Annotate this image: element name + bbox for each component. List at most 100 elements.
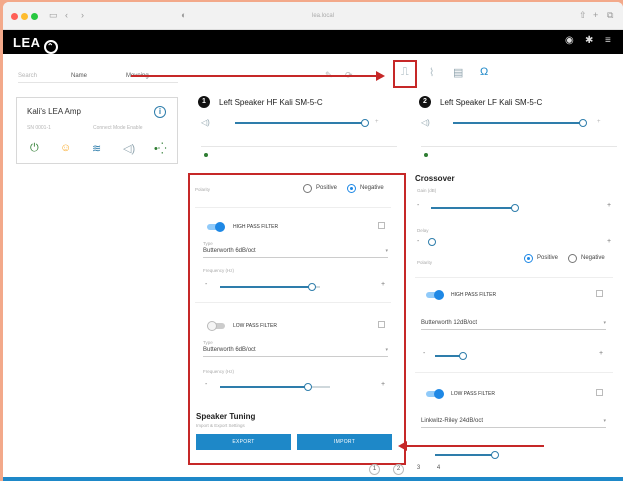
slider-thumb[interactable] — [579, 119, 587, 127]
channel-1-volume-icon[interactable]: ◁) — [201, 118, 210, 127]
crossover-delay-label: Delay — [417, 228, 429, 233]
forward-icon[interactable]: › — [81, 10, 84, 20]
gain-minus-icon[interactable]: - — [417, 202, 419, 209]
page-2-button[interactable]: 2 — [393, 464, 404, 475]
channel-2-signal-dot — [424, 153, 428, 157]
app-window: ▭ ‹ › ◐ lea.local ⇧ + ⧉ LEA ⌃ ◉ ✱ ≡ Searc… — [3, 2, 623, 481]
brand-text: LEA — [13, 35, 41, 50]
channel-1-plus-icon[interactable]: + — [375, 119, 379, 125]
speaker-tuning-icon[interactable]: ⎍ — [401, 66, 409, 79]
crossover-lowpass-toggle[interactable] — [426, 389, 444, 399]
annotation-arrowhead-top — [376, 71, 385, 81]
channel-2-volume-icon[interactable]: ◁) — [421, 118, 430, 127]
page-3-button[interactable]: 3 — [413, 464, 424, 475]
slider-thumb[interactable] — [361, 119, 369, 127]
logo-mark-icon: ⌃ — [43, 40, 58, 54]
crossover-polarity-label: Polarity — [417, 260, 433, 265]
crossover-hp-minus-icon[interactable]: - — [423, 350, 425, 357]
toolbar-divider — [18, 82, 178, 83]
slider-thumb[interactable] — [511, 204, 519, 212]
privacy-icon[interactable]: ◐ — [181, 10, 186, 20]
hp-section-divider — [415, 277, 613, 278]
menu-icon[interactable]: ≡ — [605, 35, 611, 46]
select-value: Butterworth 12dB/oct — [421, 320, 478, 326]
gain-plus-icon[interactable]: + — [607, 202, 611, 209]
device-serial: SN 0001-1 — [27, 125, 51, 131]
annotation-arrow-top — [131, 75, 379, 77]
channel-2-volume-slider[interactable] — [453, 119, 587, 127]
page-4-button[interactable]: 4 — [433, 464, 444, 475]
search-label[interactable]: Search — [18, 73, 37, 79]
chevron-down-icon: ▾ — [603, 320, 606, 326]
info-icon[interactable]: i — [154, 106, 166, 118]
minimize-window-dot[interactable] — [21, 13, 28, 20]
sort-name-select[interactable]: Name — [71, 73, 87, 79]
channel-1-signal-dot — [204, 153, 208, 157]
crossover-lowpass-type-select[interactable]: Linkwitz-Riley 24dB/oct ▾ — [421, 418, 606, 428]
zoom-window-dot[interactable] — [31, 13, 38, 20]
identify-icon[interactable]: ☺ — [60, 142, 71, 154]
settings-icon[interactable]: ✱ — [585, 35, 593, 46]
close-window-dot[interactable] — [11, 13, 18, 20]
toggle-knob — [434, 389, 444, 399]
crossover-lowpass-checkbox[interactable] — [596, 389, 603, 396]
channel-1-meter-track — [201, 146, 397, 147]
slider-fill — [435, 454, 493, 456]
filter-icon[interactable]: ▤ — [453, 66, 463, 79]
crossover-highpass-label: HIGH PASS FILTER — [451, 292, 497, 298]
delay-minus-icon[interactable]: - — [417, 238, 419, 245]
crossover-positive-label[interactable]: Positive — [537, 255, 558, 261]
device-card[interactable]: Kali's LEA Amp i SN 0001-1 Connect Mode … — [16, 97, 178, 164]
limiter-icon[interactable]: Ω — [480, 66, 488, 78]
device-name: Kali's LEA Amp — [27, 107, 81, 116]
crossover-negative-label[interactable]: Negative — [581, 255, 605, 261]
annotation-box-panel — [188, 173, 406, 465]
crossover-lowpass-freq-slider[interactable] — [435, 451, 499, 459]
eq-icon[interactable]: ⌇ — [429, 66, 434, 79]
network-icon[interactable]: ◉ — [565, 35, 574, 46]
wifi-icon[interactable]: ≋ — [92, 142, 101, 155]
power-icon[interactable]: ⏻ — [30, 142, 39, 155]
brand-logo: LEA ⌃ — [13, 35, 58, 54]
delay-plus-icon[interactable]: + — [607, 238, 611, 245]
crossover-title: Crossover — [415, 174, 455, 183]
crossover-hp-plus-icon[interactable]: + — [599, 350, 603, 357]
crossover-highpass-type-select[interactable]: Butterworth 12dB/oct ▾ — [421, 320, 606, 330]
browser-titlebar: ▭ ‹ › ◐ lea.local ⇧ + ⧉ — [3, 2, 623, 30]
lp-section-divider — [415, 372, 613, 373]
channel-2-meter-track — [421, 146, 617, 147]
back-icon[interactable]: ‹ — [65, 10, 68, 20]
chevron-down-icon: ▾ — [603, 418, 606, 424]
crossover-highpass-freq-slider[interactable] — [435, 352, 467, 360]
channel-2-badge: 2 — [419, 96, 431, 108]
sidebar-icon[interactable]: ▭ — [49, 10, 58, 21]
toggle-knob — [434, 290, 444, 300]
crossover-gain-slider[interactable] — [431, 204, 519, 212]
select-value: Linkwitz-Riley 24dB/oct — [421, 418, 484, 424]
slider-fill — [431, 207, 513, 209]
channel-1-volume-slider[interactable] — [235, 119, 369, 127]
volume-icon[interactable]: ◁) — [123, 142, 135, 155]
slider-fill — [235, 122, 365, 124]
crossover-lowpass-label: LOW PASS FILTER — [451, 391, 495, 397]
annotation-arrowhead-bottom — [398, 441, 407, 451]
crossover-positive-radio[interactable] — [524, 254, 533, 263]
channel-2-plus-icon[interactable]: + — [597, 119, 601, 125]
slider-thumb[interactable] — [459, 352, 467, 360]
crossover-negative-radio[interactable] — [568, 254, 577, 263]
share-icon[interactable]: ⇧ — [579, 10, 587, 21]
slider-thumb[interactable] — [491, 451, 499, 459]
url-bar[interactable]: lea.local — [203, 9, 443, 23]
channel-1-title[interactable]: Left Speaker HF Kali SM-5-C — [219, 98, 323, 107]
crossover-highpass-toggle[interactable] — [426, 290, 444, 300]
page-1-button[interactable]: 1 — [369, 464, 380, 475]
new-tab-icon[interactable]: + — [593, 10, 598, 20]
channel-2-title[interactable]: Left Speaker LF Kali SM-5-C — [440, 98, 542, 107]
crossover-delay-slider-thumb[interactable] — [428, 238, 436, 246]
app-header: LEA ⌃ ◉ ✱ ≡ — [3, 30, 623, 54]
crossover-highpass-checkbox[interactable] — [596, 290, 603, 297]
crossover-gain-label: Gain (dB) — [417, 188, 437, 193]
channel-1-badge: 1 — [198, 96, 210, 108]
tabs-overview-icon[interactable]: ⧉ — [607, 10, 613, 21]
slider-fill — [453, 122, 583, 124]
